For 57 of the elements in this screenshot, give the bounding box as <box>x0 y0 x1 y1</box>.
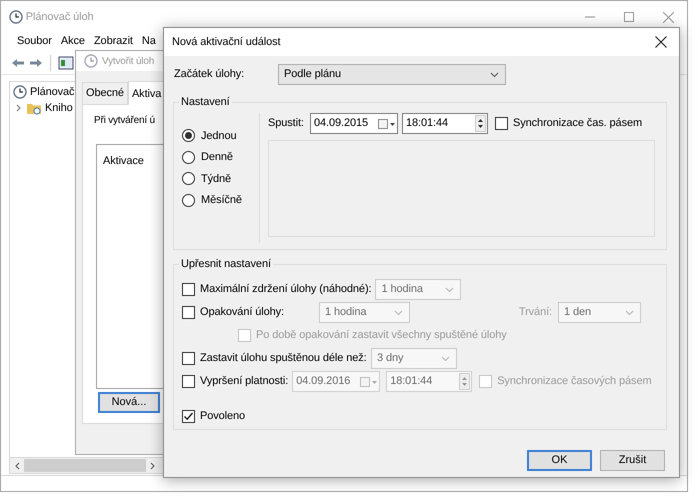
scroll-right-icon[interactable] <box>148 462 156 470</box>
chevron-icon[interactable] <box>15 104 23 112</box>
checkbox-label[interactable]: Synchronizace čas. pásem <box>513 115 642 132</box>
clock-icon <box>84 54 98 68</box>
radio-label[interactable]: Měsíčně <box>201 192 242 208</box>
radio-label[interactable]: Týdně <box>201 170 232 187</box>
radio-button[interactable] <box>182 194 195 207</box>
date-field[interactable]: 04.09.2015 <box>310 113 398 134</box>
radio-button[interactable] <box>182 129 195 142</box>
window-title: Vytvořit úloh <box>102 54 154 68</box>
menu-item[interactable]: Soubor <box>17 33 52 51</box>
scroll-left-icon[interactable] <box>14 462 22 470</box>
close-icon[interactable] <box>655 36 667 48</box>
checkbox-label[interactable]: Zastavit úlohu spuštěnou déle než: <box>200 350 367 367</box>
time-field[interactable]: 18:01:44 <box>402 113 488 134</box>
panel-icon[interactable] <box>58 56 74 70</box>
checkbox-label[interactable]: Maximální zdržení úlohy (náhodné): <box>200 281 372 298</box>
cancel-button[interactable]: Zrušit <box>600 450 665 471</box>
radio-button[interactable] <box>182 172 195 186</box>
spin-button[interactable] <box>475 115 486 132</box>
folder-clock-icon <box>26 101 42 115</box>
new-button[interactable]: Nová... <box>98 392 160 412</box>
list-header: Aktivace <box>103 154 145 168</box>
calendar-icon[interactable] <box>378 118 396 128</box>
group-title: Upřesnit nastavení <box>179 257 273 271</box>
radio-label[interactable]: Jednou <box>201 128 236 144</box>
tree-item[interactable]: Plánovač <box>30 84 74 100</box>
description-text: Při vytváření ú <box>94 114 156 128</box>
menu-item[interactable]: Na <box>142 33 156 51</box>
dropdown[interactable]: Podle plánu <box>278 64 506 85</box>
window-title: Plánovač úloh <box>26 10 94 25</box>
checkbox-label[interactable]: Opakování úlohy: <box>200 304 315 321</box>
field-label: Začátek úlohy: <box>174 67 246 82</box>
clock-icon <box>9 10 23 24</box>
clock-icon <box>13 85 27 99</box>
menu-item[interactable]: Zobrazit <box>94 33 133 51</box>
radio-button[interactable] <box>182 150 195 164</box>
tree-item[interactable]: Kniho <box>45 100 73 116</box>
maximize-icon[interactable] <box>624 12 634 22</box>
checkbox[interactable] <box>182 410 195 423</box>
radio-label[interactable]: Denně <box>201 149 233 166</box>
forward-arrow-icon[interactable] <box>29 58 43 68</box>
ok-button[interactable]: OK <box>527 450 592 471</box>
menu-item[interactable]: Akce <box>60 33 85 51</box>
scrollbar-thumb[interactable] <box>24 459 146 472</box>
tab[interactable]: Obecné <box>82 82 128 104</box>
checkbox[interactable] <box>495 117 508 130</box>
checkbox[interactable] <box>182 283 195 296</box>
caret-icon[interactable] <box>490 72 499 78</box>
checkbox[interactable] <box>182 352 195 365</box>
checkbox[interactable] <box>182 306 195 319</box>
tab[interactable]: Aktiva <box>128 81 166 104</box>
checkbox-label[interactable]: Povoleno <box>200 408 246 425</box>
window-title: Nová aktivační událost <box>172 34 280 50</box>
back-arrow-icon[interactable] <box>11 58 25 68</box>
field-label: Spustit: <box>268 116 305 132</box>
field-label: Trvání: <box>518 305 552 320</box>
